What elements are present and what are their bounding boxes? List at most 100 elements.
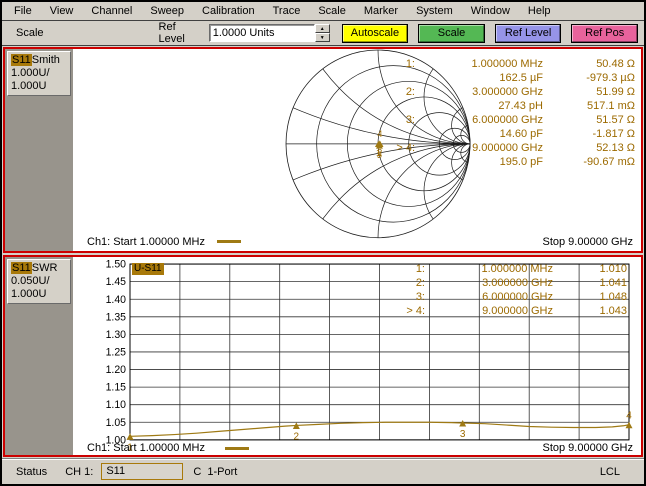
readout-cell	[359, 71, 415, 85]
readout-cell: 1:	[369, 262, 425, 276]
smith-stop-label: Stop 9.00000 GHz	[542, 236, 633, 248]
readout-cell: 6.000000 GHz	[425, 290, 553, 304]
readout-cell: 517.1 mΩ	[543, 99, 635, 113]
menu-item-channel[interactable]: Channel	[82, 3, 141, 19]
status-bar: Status CH 1: S11 C 1-Port LCL	[2, 458, 644, 484]
menu-item-help[interactable]: Help	[519, 3, 560, 19]
readout-cell: 3.000000 GHz	[415, 85, 543, 99]
readout-cell: 162.5 µF	[415, 71, 543, 85]
svg-text:2: 2	[294, 432, 300, 443]
menu-item-view[interactable]: View	[41, 3, 83, 19]
menu-item-system[interactable]: System	[407, 3, 462, 19]
readout-cell: 9.000000 GHz	[415, 141, 543, 155]
swr-trace-properties[interactable]: S11SWR 0.050U/ 1.000U	[7, 259, 71, 304]
smith-panel-sidebar: S11Smith 1.000U/ 1.000U	[5, 49, 73, 251]
sweep-indicator	[225, 447, 249, 450]
menu-item-scale[interactable]: Scale	[309, 3, 355, 19]
readout-cell: 1.041	[553, 276, 627, 290]
swr-trace-tag: U-S11	[132, 263, 164, 275]
ref-level-label: Ref Level	[159, 21, 205, 45]
spinner-up-icon[interactable]: ▲	[315, 24, 330, 33]
swr-panel-sidebar: S11SWR 0.050U/ 1.000U	[5, 257, 73, 455]
readout-cell: 2:	[359, 85, 415, 99]
readout-cell	[359, 127, 415, 141]
readout-cell	[359, 155, 415, 169]
readout-cell: -90.67 mΩ	[543, 155, 635, 169]
svg-text:3: 3	[460, 429, 466, 440]
readout-cell: 1.000000 MHz	[425, 262, 553, 276]
readout-cell: 2:	[369, 276, 425, 290]
readout-cell: 1.000000 MHz	[415, 57, 543, 71]
cal-status: C 1-Port	[193, 466, 237, 478]
swr-start-label: Ch1: Start 1.00000 MHz	[87, 442, 205, 454]
toolbar: Scale Ref Level ▲ ▼ Autoscale Scale Ref …	[2, 21, 644, 45]
menu-item-marker[interactable]: Marker	[355, 3, 407, 19]
menu-item-calibration[interactable]: Calibration	[193, 3, 264, 19]
svg-text:1.30: 1.30	[106, 329, 127, 341]
graph-region: S11Smith 1.000U/ 1.000U 1234 1:1.000000 …	[2, 45, 644, 458]
svg-text:1.10: 1.10	[106, 399, 127, 411]
active-trace-field[interactable]: S11	[101, 463, 183, 480]
readout-cell: 195.0 pF	[415, 155, 543, 169]
ref-level-input[interactable]	[209, 24, 315, 42]
swr-trace-param: S11	[11, 262, 32, 274]
readout-cell: 3:	[369, 290, 425, 304]
readout-cell	[359, 99, 415, 113]
readout-cell: 6.000000 GHz	[415, 113, 543, 127]
swr-stop-label: Stop 9.00000 GHz	[542, 442, 633, 454]
readout-cell: 1.010	[553, 262, 627, 276]
swr-trace-format: SWR	[32, 262, 58, 274]
swr-scale-per-div: 0.050U/	[11, 275, 67, 288]
swr-chart-area[interactable]: 1.501.451.401.351.301.251.201.151.101.05…	[73, 257, 641, 455]
ref-level-button[interactable]: Ref Level	[495, 24, 562, 43]
menu-bar: FileViewChannelSweepCalibrationTraceScal…	[2, 2, 644, 21]
readout-cell: > 4:	[369, 304, 425, 318]
smith-trace-param: S11	[11, 54, 32, 66]
ref-pos-button[interactable]: Ref Pos	[571, 24, 638, 43]
readout-cell: 1.043	[553, 304, 627, 318]
readout-cell: 3:	[359, 113, 415, 127]
readout-cell: 3.000000 GHz	[425, 276, 553, 290]
readout-cell: 1.048	[553, 290, 627, 304]
smith-trace-properties[interactable]: S11Smith 1.000U/ 1.000U	[7, 51, 71, 96]
smith-marker-readout: 1:1.000000 MHz50.48 Ω162.5 µF-979.3 µΩ 2:…	[359, 57, 635, 169]
smith-start-label: Ch1: Start 1.00000 MHz	[87, 236, 205, 248]
readout-cell: 52.13 Ω	[543, 141, 635, 155]
readout-cell: -979.3 µΩ	[543, 71, 635, 85]
svg-text:1.35: 1.35	[106, 311, 127, 323]
svg-text:1.50: 1.50	[106, 259, 127, 271]
smith-panel: S11Smith 1.000U/ 1.000U 1234 1:1.000000 …	[3, 47, 643, 253]
svg-text:1.40: 1.40	[106, 294, 127, 306]
readout-cell: 1:	[359, 57, 415, 71]
channel-label: CH 1:	[65, 466, 93, 478]
svg-text:1.20: 1.20	[106, 364, 127, 376]
smith-trace-format: Smith	[32, 54, 60, 66]
status-label: Status	[16, 466, 47, 478]
swr-marker-readout: 1:1.000000 MHz1.010 2:3.000000 GHz1.041 3:…	[369, 262, 627, 318]
readout-cell: 50.48 Ω	[543, 57, 635, 71]
smith-chart-area[interactable]: 1234 1:1.000000 MHz50.48 Ω162.5 µF-979.3…	[73, 49, 641, 251]
readout-cell: 51.57 Ω	[543, 113, 635, 127]
lcl-mode-label: LCL	[600, 466, 620, 478]
readout-cell: > 4:	[359, 141, 415, 155]
menu-item-file[interactable]: File	[5, 3, 41, 19]
menu-item-trace[interactable]: Trace	[264, 3, 310, 19]
menu-item-sweep[interactable]: Sweep	[141, 3, 193, 19]
toolbar-mode-label: Scale	[16, 27, 44, 39]
scale-button[interactable]: Scale	[418, 24, 485, 43]
svg-text:1.45: 1.45	[106, 276, 127, 288]
smith-ref-value: 1.000U	[11, 80, 67, 93]
smith-scale-per-div: 1.000U/	[11, 67, 67, 80]
autoscale-button[interactable]: Autoscale	[342, 24, 409, 43]
swr-ref-value: 1.000U	[11, 288, 67, 301]
spinner-down-icon[interactable]: ▼	[315, 33, 330, 42]
ref-level-spinner: ▲ ▼	[315, 24, 330, 42]
readout-cell: 27.43 pH	[415, 99, 543, 113]
svg-text:1.25: 1.25	[106, 346, 127, 358]
svg-text:1.15: 1.15	[106, 382, 127, 394]
readout-cell: 14.60 pF	[415, 127, 543, 141]
sweep-indicator	[217, 240, 241, 243]
menu-item-window[interactable]: Window	[462, 3, 519, 19]
readout-cell: -1.817 Ω	[543, 127, 635, 141]
swr-panel: S11SWR 0.050U/ 1.000U 1.50 1.45 1.40 1.35 1.…	[3, 255, 643, 457]
